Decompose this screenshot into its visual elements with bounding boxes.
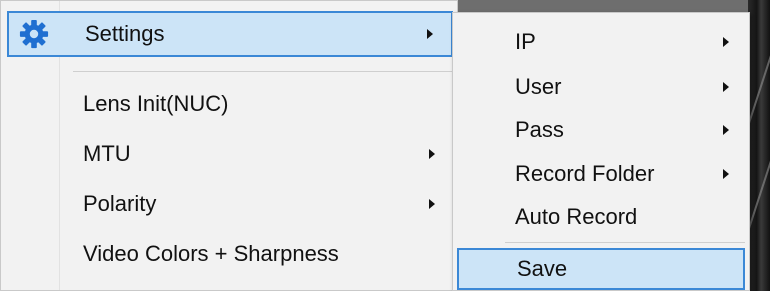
- menu-item-label: Polarity: [83, 191, 157, 216]
- submenu-arrow-icon: [723, 125, 729, 135]
- menu-item-settings[interactable]: Settings: [7, 11, 453, 57]
- background-video-area: [735, 0, 770, 291]
- submenu-item-label: Pass: [515, 117, 564, 142]
- submenu-item-label: Save: [517, 256, 568, 281]
- submenu-arrow-icon: [429, 149, 435, 159]
- menu-item-lens-init[interactable]: Lens Init(NUC): [7, 81, 453, 127]
- submenu-item-ip[interactable]: IP: [457, 21, 745, 63]
- context-menu: Settings Lens Init(NUC) MTU Polarity Vid…: [0, 0, 458, 291]
- menu-item-mtu[interactable]: MTU: [7, 131, 453, 177]
- menu-item-label: Video Colors + Sharpness: [83, 241, 339, 266]
- submenu-item-label: Record Folder: [515, 161, 655, 186]
- submenu-item-save[interactable]: Save: [457, 248, 745, 290]
- submenu-item-user[interactable]: User: [457, 66, 745, 108]
- submenu-item-auto-record[interactable]: Auto Record: [457, 196, 745, 238]
- menu-item-label: MTU: [83, 141, 131, 166]
- settings-submenu: IP User Pass Record Folder Auto Record S…: [452, 12, 750, 291]
- submenu-item-label: User: [515, 74, 562, 99]
- submenu-item-label: Auto Record: [515, 204, 638, 229]
- submenu-item-pass[interactable]: Pass: [457, 109, 745, 151]
- submenu-arrow-icon: [723, 37, 729, 47]
- submenu-arrow-icon: [429, 199, 435, 209]
- submenu-arrow-icon: [723, 169, 729, 179]
- menu-item-polarity[interactable]: Polarity: [7, 181, 453, 227]
- submenu-arrow-icon: [723, 82, 729, 92]
- submenu-item-label: IP: [515, 29, 536, 54]
- menu-item-label: Lens Init(NUC): [83, 91, 229, 116]
- submenu-item-record-folder[interactable]: Record Folder: [457, 153, 745, 195]
- submenu-arrow-icon: [427, 29, 433, 39]
- submenu-separator: [505, 242, 745, 243]
- menu-item-video-colors[interactable]: Video Colors + Sharpness: [7, 231, 453, 277]
- menu-item-label: Settings: [85, 21, 165, 46]
- gear-icon: [19, 19, 49, 49]
- menu-separator: [73, 71, 453, 72]
